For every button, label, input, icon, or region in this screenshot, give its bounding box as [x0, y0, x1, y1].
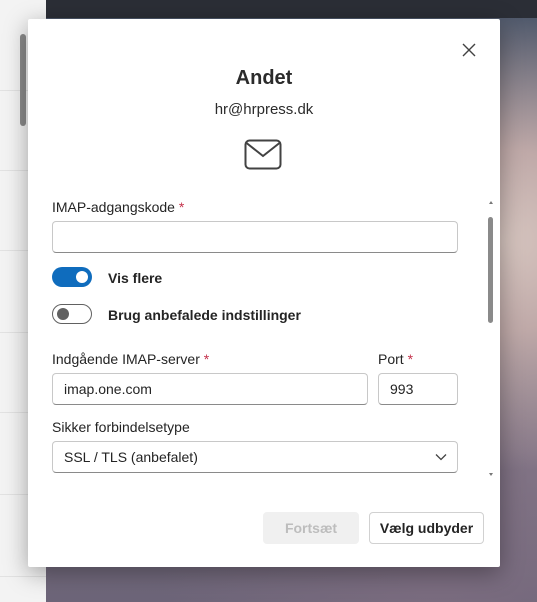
choose-provider-button[interactable]: Vælg udbyder: [369, 512, 484, 544]
toggle-knob: [57, 308, 69, 320]
password-label: IMAP-adgangskode *: [52, 199, 185, 215]
required-marker: *: [203, 351, 210, 367]
scroll-down-arrow-icon[interactable]: [489, 473, 493, 476]
show-more-toggle[interactable]: [52, 267, 92, 287]
chevron-down-icon: [435, 454, 447, 461]
continue-button[interactable]: Fortsæt: [263, 512, 359, 544]
recommended-settings-toggle[interactable]: [52, 304, 92, 324]
toggle-knob: [76, 271, 88, 283]
scroll-up-arrow-icon[interactable]: [489, 201, 493, 204]
required-marker: *: [178, 199, 185, 215]
incoming-server-label: Indgående IMAP-server *: [52, 351, 210, 367]
recommended-settings-label: Brug anbefalede indstillinger: [108, 307, 301, 323]
incoming-server-input[interactable]: imap.one.com: [52, 373, 368, 405]
password-input[interactable]: [52, 221, 458, 253]
port-input[interactable]: 993: [378, 373, 458, 405]
connection-type-value: SSL / TLS (anbefalet): [64, 449, 198, 465]
form-scroll-area: IMAP-adgangskode * Vis flere Brug anbefa…: [52, 19, 462, 489]
connection-type-select[interactable]: SSL / TLS (anbefalet): [52, 441, 458, 473]
scrollbar-thumb[interactable]: [488, 217, 493, 323]
close-icon: [462, 43, 476, 57]
show-more-label: Vis flere: [108, 270, 163, 286]
connection-type-label: Sikker forbindelsetype: [52, 419, 190, 435]
required-marker: *: [407, 351, 414, 367]
background-scrollbar: [20, 34, 26, 126]
account-settings-dialog: Andet hr@hrpress.dk IMAP-adgangskode * V…: [28, 19, 500, 567]
port-label: Port *: [378, 351, 414, 367]
background-top-strip: [46, 0, 537, 18]
background-divider: [0, 576, 46, 577]
form-scrollbar[interactable]: [486, 199, 496, 479]
